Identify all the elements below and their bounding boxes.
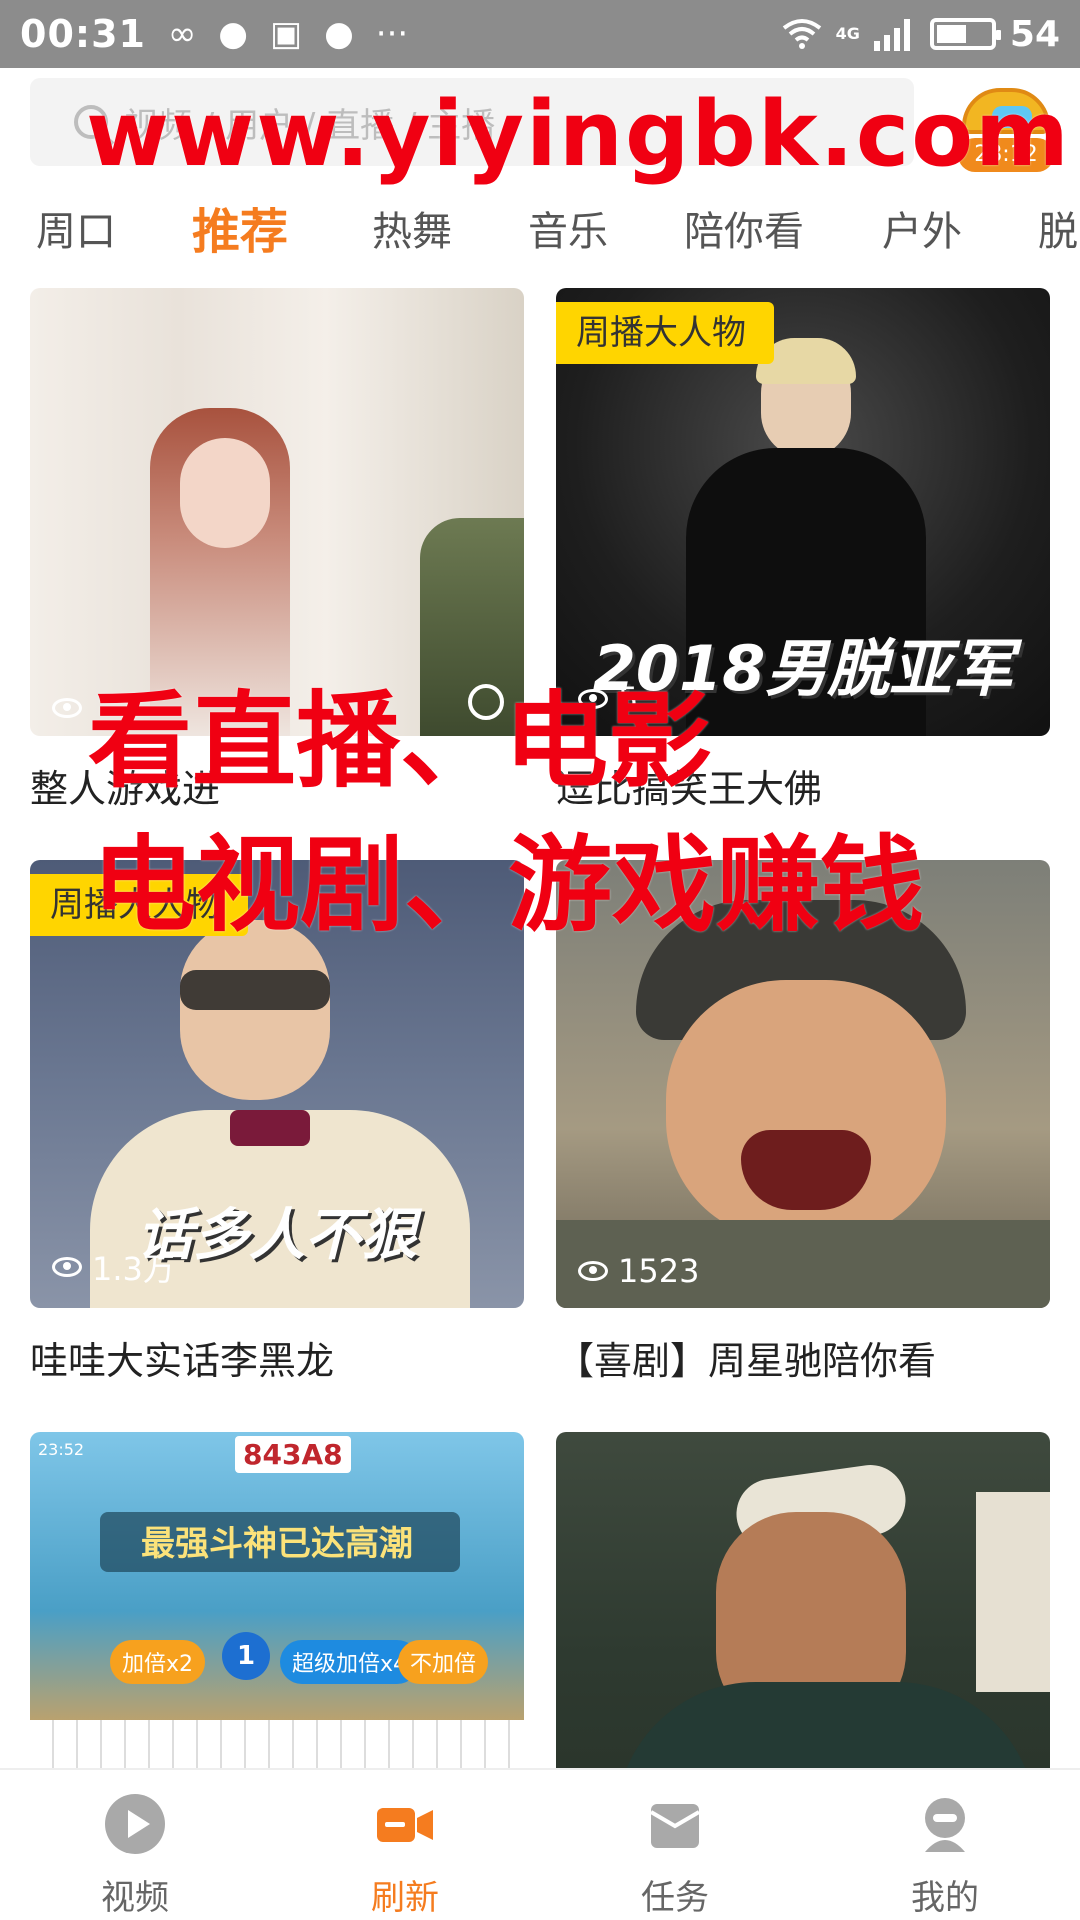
- battery-fill: [936, 25, 966, 43]
- task-box-icon: [649, 1804, 701, 1848]
- network-label: 4G: [835, 24, 860, 43]
- signal-icon: [873, 19, 910, 51]
- chat-bubble-icon: ●: [218, 14, 248, 54]
- card-title: 【喜剧】周星驰陪你看: [556, 1339, 937, 1383]
- tab-recommend[interactable]: 推荐: [192, 192, 288, 272]
- mail-check-icon: ▣: [269, 14, 303, 54]
- watermark-line2: 电视剧、游戏赚钱: [92, 824, 925, 946]
- game-timer-bubble: 1: [222, 1632, 270, 1680]
- more-dots-icon: ···: [375, 14, 409, 54]
- game-button: 加倍x2: [110, 1640, 206, 1684]
- nav-label: 刷新: [371, 1878, 439, 1918]
- game-banner: 最强斗神已达高潮: [141, 1524, 413, 1564]
- game-clock: 23:52: [38, 1440, 85, 1459]
- view-count: 1.3万: [52, 1244, 175, 1290]
- view-count: 1523: [578, 1252, 699, 1290]
- status-time: 00:31: [20, 12, 146, 56]
- nav-mine[interactable]: 我的: [810, 1770, 1080, 1920]
- wifi-icon: [782, 19, 821, 49]
- battery-percent: 54: [1009, 13, 1060, 55]
- profile-icon: [925, 1798, 965, 1852]
- game-cards: 843A8: [235, 1436, 351, 1473]
- nav-label: 任务: [641, 1878, 709, 1918]
- eye-icon: [52, 1257, 82, 1277]
- nav-label: 我的: [911, 1878, 979, 1918]
- nav-label: 视频: [101, 1878, 169, 1918]
- status-bar: 00:31 ∞ ● ▣ ● ··· 4G 54: [0, 0, 1080, 68]
- message-icon: ●: [324, 14, 354, 54]
- tab-partial[interactable]: 脱: [1038, 192, 1078, 272]
- tab-outdoor[interactable]: 户外: [882, 192, 962, 272]
- tab-hot-dance[interactable]: 热舞: [372, 192, 452, 272]
- battery-icon: [929, 18, 1001, 50]
- eye-icon: [52, 698, 82, 718]
- play-circle-icon: [105, 1794, 165, 1854]
- tab-zhoukou[interactable]: 周口: [36, 192, 116, 272]
- watermark-line1: 看直播、电影: [88, 680, 713, 802]
- view-count: [52, 698, 92, 718]
- watermark-url: www.yiyingbk.com: [86, 82, 1071, 187]
- badge: 周播大人物: [556, 302, 774, 364]
- nav-refresh[interactable]: 刷新: [270, 1770, 540, 1920]
- game-button: 不加倍: [398, 1640, 489, 1684]
- infinity-icon: ∞: [167, 14, 197, 54]
- eye-icon: [578, 1261, 608, 1281]
- category-tabs: 周口 推荐 热舞 音乐 陪你看 户外 脱: [0, 192, 1080, 272]
- card-title: 哇哇大实话李黑龙: [30, 1339, 335, 1383]
- nav-video[interactable]: 视频: [0, 1770, 270, 1920]
- video-camera-icon: [377, 1808, 433, 1842]
- tab-watch-with-you[interactable]: 陪你看: [684, 192, 804, 272]
- bottom-nav: 视频 刷新 任务 我的: [0, 1768, 1080, 1920]
- tab-music[interactable]: 音乐: [528, 192, 608, 272]
- nav-task[interactable]: 任务: [540, 1770, 810, 1920]
